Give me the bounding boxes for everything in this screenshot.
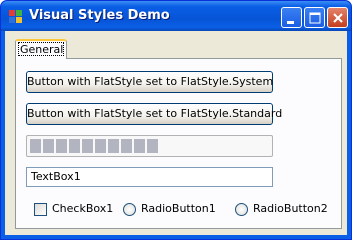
title-bar[interactable]: Visual Styles Demo [1,1,351,31]
main-window: Visual Styles Demo General Button with F… [0,0,352,240]
progress-segment [121,139,132,153]
tab-general[interactable]: General [15,39,67,59]
progress-segment [30,139,41,153]
checkbox[interactable] [34,203,47,216]
progress-segment [108,139,119,153]
close-icon [333,13,343,23]
window-app-icon[interactable] [8,9,23,24]
maximize-button[interactable] [304,7,325,28]
window-client-area: General Button with FlatStyle set to Fla… [5,31,347,235]
radio-button-2-label[interactable]: RadioButton2 [253,202,328,215]
minimize-icon [287,21,294,24]
window-title: Visual Styles Demo [29,8,170,23]
progress-segment [43,139,54,153]
progress-segment [69,139,80,153]
progress-bar [26,135,273,157]
flatstyle-system-button[interactable]: Button with FlatStyle set to FlatStyle.S… [26,71,273,93]
close-button[interactable] [327,7,348,28]
progress-segment [147,139,158,153]
minimize-button[interactable] [281,7,302,28]
progress-segment [134,139,145,153]
radio-button-1-label[interactable]: RadioButton1 [141,202,216,215]
progress-segment [56,139,67,153]
radio-button-2[interactable] [235,203,248,216]
progress-segment [82,139,93,153]
checkbox-label[interactable]: CheckBox1 [52,202,113,215]
maximize-icon [309,12,321,24]
radio-button-1[interactable] [123,203,136,216]
flatstyle-standard-button[interactable]: Button with FlatStyle set to FlatStyle.S… [26,103,282,125]
textbox[interactable]: TextBox1 [26,167,273,187]
tab-page-general: Button with FlatStyle set to FlatStyle.S… [15,58,342,229]
progress-segment [95,139,106,153]
tab-focus-rect [18,42,64,56]
